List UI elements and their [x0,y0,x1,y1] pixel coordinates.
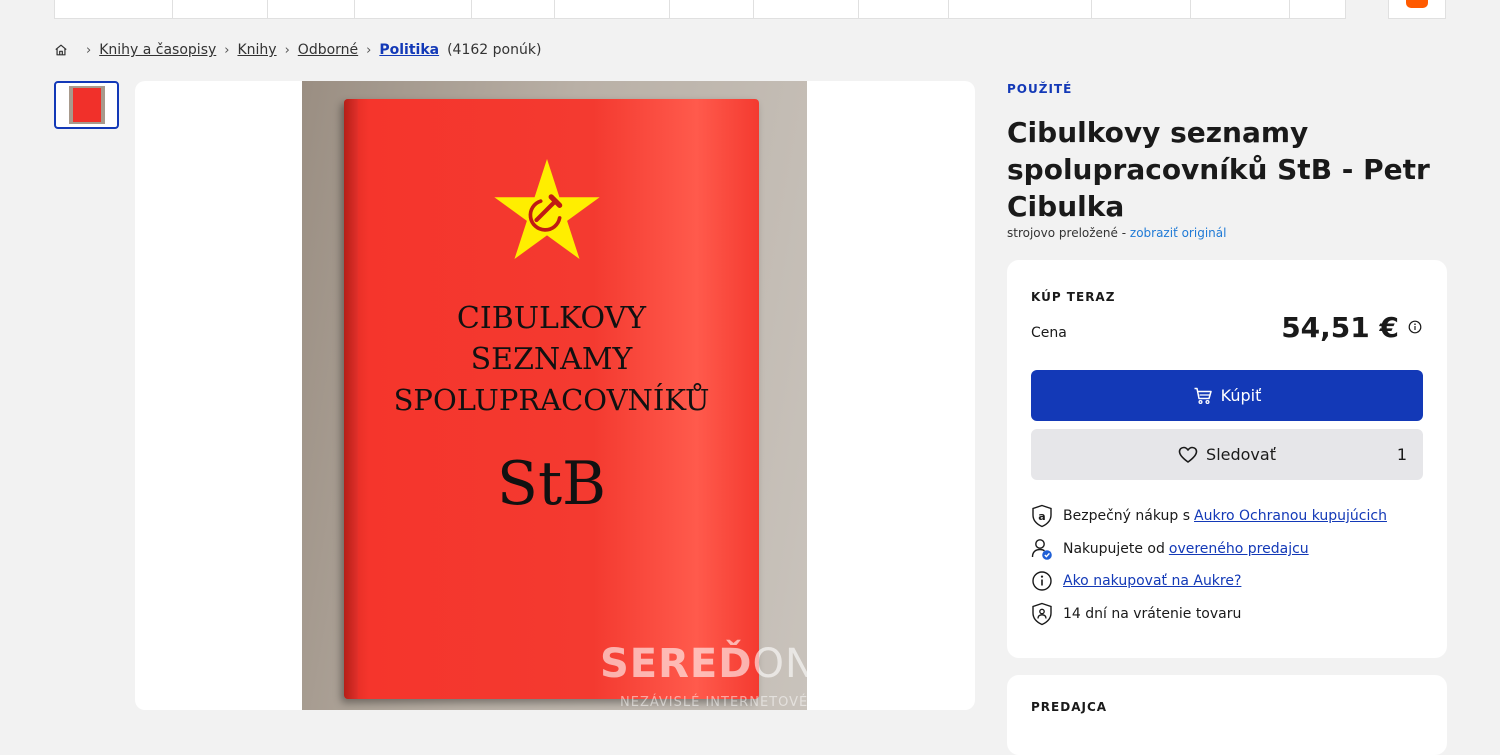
heart-icon [1178,446,1198,463]
cover-title-line-2: SEZNAMY [470,342,633,377]
benefit-verified-seller: Nakupujete od overeného predajcu [1031,537,1309,561]
breadcrumb-link-odborne[interactable]: Odborné [298,42,358,58]
product-image-gallery[interactable]: CIBULKOVY SEZNAMY SPOLUPRACOVNÍKŮ StB SE… [135,81,975,710]
breadcrumb-link-knihy[interactable]: Knihy [237,42,276,58]
offer-count: (4162 ponúk) [447,42,542,58]
how-to-buy-link[interactable]: Ako nakupovať na Aukre? [1063,573,1241,589]
buyer-protection-link[interactable]: Aukro Ochranou kupujúcich [1194,508,1387,524]
cover-title-line-3: SPOLUPRACOVNÍKŮ [393,383,710,417]
watch-button-label: Sledovať [1206,445,1276,464]
book-cover: CIBULKOVY SEZNAMY SPOLUPRACOVNÍKŮ StB [344,99,759,699]
buy-button-label: Kúpiť [1220,386,1262,405]
benefit-text: Nakupujete od [1063,541,1165,557]
chevron-right-icon: › [284,42,290,58]
breadcrumb-link-knihy-a-casopisy[interactable]: Knihy a časopisy [99,42,216,58]
product-photo: CIBULKOVY SEZNAMY SPOLUPRACOVNÍKŮ StB SE… [302,81,807,710]
watch-button[interactable]: Sledovať 1 [1031,429,1423,480]
category-menu-bar[interactable] [54,0,1346,19]
watermark-bold: SEREĎ [600,641,753,687]
gallery-thumbnail[interactable] [54,81,119,129]
buy-now-box: KÚP TERAZ Cena 54,51 € Kúpiť Sledovať 1 [1007,260,1447,658]
watch-count: 1 [1396,445,1407,464]
breadcrumb: › Knihy a časopisy › Knihy › Odborné › P… [54,41,541,59]
benefit-how-to-buy: Ako nakupovať na Aukre? [1031,569,1241,593]
home-icon[interactable] [54,43,68,57]
price-info-icon[interactable] [1408,320,1422,334]
chevron-right-icon: › [86,42,92,58]
verified-user-icon [1031,539,1052,560]
condition-label: POUŽITÉ [1007,82,1073,96]
buy-button[interactable]: Kúpiť [1031,370,1423,421]
svg-text:a: a [1038,510,1045,523]
cart-icon [1194,387,1212,404]
chevron-right-icon: › [366,42,372,58]
translation-note: strojovo preložené - zobraziť originál [1007,226,1226,240]
price-label: Cena [1031,325,1067,341]
show-original-link[interactable]: zobraziť originál [1130,226,1227,240]
buy-now-label: KÚP TERAZ [1031,290,1116,304]
translation-note-text: strojovo preložené - [1007,226,1127,240]
benefit-returns: 14 dní na vrátenie tovaru [1031,602,1241,626]
watermark-light: ON [752,641,807,687]
seller-box: PREDAJCA [1007,675,1447,755]
photo-watermark: SEREĎON [600,641,807,687]
breadcrumb-current-politika[interactable]: Politika [379,42,439,58]
benefit-text: Bezpečný nákup s [1063,508,1191,524]
return-shield-icon [1032,602,1052,626]
seller-label: PREDAJCA [1031,700,1108,714]
chevron-right-icon: › [224,42,230,58]
star-hammer-sickle-icon [494,159,600,259]
verified-seller-link[interactable]: overeného predajcu [1169,541,1309,557]
info-icon [1032,571,1052,591]
aukro-shield-icon: a [1032,504,1052,528]
cover-title-line-4: StB [496,449,607,519]
brand-badge-icon [1406,0,1428,8]
photo-watermark-subtitle: NEZÁVISLÉ INTERNETOVÉ [620,695,807,710]
top-navigation [0,0,1500,19]
benefit-text: 14 dní na vrátenie tovaru [1063,606,1242,622]
cover-title-line-1: CIBULKOVY [456,301,647,336]
benefit-buyer-protection: a Bezpečný nákup s Aukro Ochranou kupujú… [1031,504,1387,528]
cart-shortcut[interactable] [1388,0,1446,19]
price-value: 54,51 € [1281,311,1399,344]
product-title: Cibulkovy seznamy spolupracovníků StB - … [1007,116,1430,223]
